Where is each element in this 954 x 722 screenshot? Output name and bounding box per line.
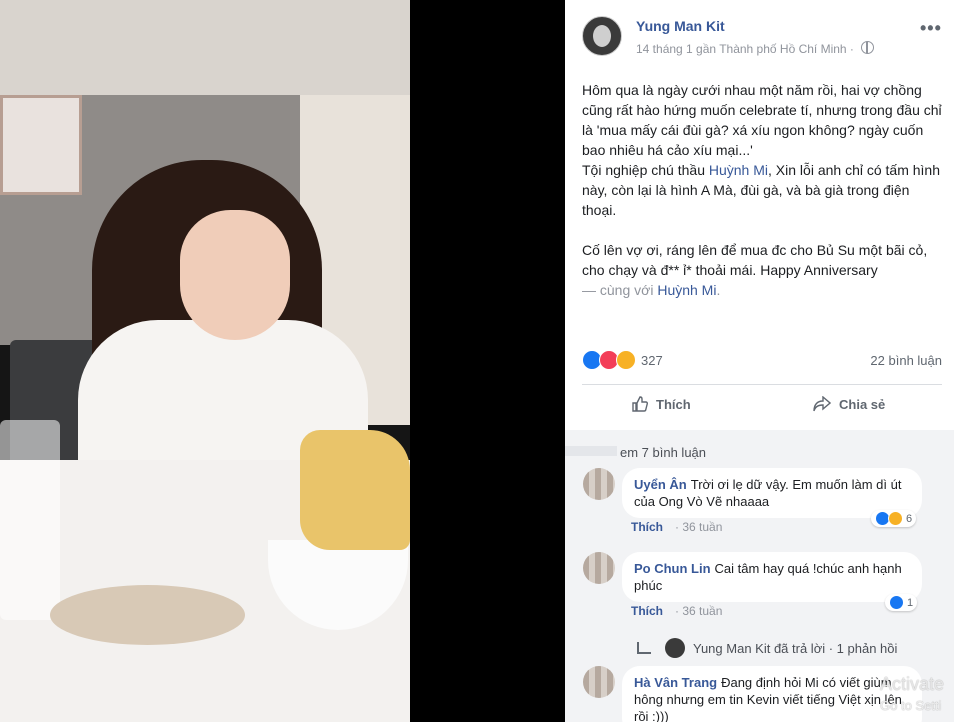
post-text-part: Hôm qua là ngày cưới nhau một năm rồi, h… [582,82,942,158]
commenter-name[interactable]: Po Chun Lin [634,561,711,576]
comment-reaction-count: 6 [906,512,913,525]
post-text-part: Tội nghiệp chú thầu [582,162,709,178]
commenter-avatar[interactable] [583,468,615,500]
reply-author: Yung Man Kit [693,640,771,656]
comment-bubble: Hà Vân Trang Đang định hỏi Mi có viết giù… [622,666,922,722]
photo-crisp [300,430,410,550]
comment-actions: Thích · 36 tuần [631,520,723,534]
commenter-name[interactable]: Hà Vân Trang [634,675,717,690]
reply-text: đã trả lời [773,640,826,656]
post-meta: 14 tháng 1 gần Thành phố Hồ Chí Minh · [636,41,875,56]
comment-like-link[interactable]: Thích [631,520,663,534]
with-prefix: — cùng với [582,282,658,298]
haha-reaction-icon [616,350,636,370]
photo-plate [50,585,245,645]
photo-letterbox [410,0,565,722]
activate-watermark-sub: Go to Setti [880,698,942,713]
author-avatar[interactable] [582,16,622,56]
share-label: Chia sẻ [839,396,886,412]
comment-bubble: Po Chun Lin Cai tâm hay quá !chúc anh hạn… [622,552,922,602]
comment-actions: Thích · 36 tuần [631,604,723,618]
photo-glass [0,420,60,620]
view-more-comments-link[interactable]: em 7 bình luận [620,445,706,460]
photo-wall [0,0,410,100]
author-name[interactable]: Yung Man Kit [636,18,725,34]
reaction-summary[interactable]: 327 [582,350,663,372]
comment-time[interactable]: 36 tuần [682,520,722,534]
comment-reactions[interactable]: 1 [885,594,918,611]
commenter-avatar[interactable] [583,666,615,698]
like-label: Thích [656,396,691,412]
comment-like-link[interactable]: Thích [631,604,663,618]
photo-person-face [180,210,290,340]
commenter-avatar[interactable] [583,552,615,584]
like-reaction-icon [889,595,904,610]
post-text-part: Cố lên vợ ơi, ráng lên để mua đc cho Bủ … [582,242,928,278]
post-photo[interactable] [0,0,410,722]
with-suffix: . [716,282,721,298]
comment-time[interactable]: 36 tuần [682,604,722,618]
tag-link[interactable]: Huỳnh Mi [709,162,768,178]
view-more-strip [565,446,617,456]
commenter-name[interactable]: Uyển Ân [634,477,687,492]
share-button[interactable]: Chia sẻ [813,396,885,412]
post-paragraph-1: Hôm qua là ngày cưới nhau một năm rồi, h… [582,80,947,220]
globe-icon [861,41,875,54]
comment-reaction-count: 1 [907,596,914,609]
divider [582,384,942,385]
like-button[interactable]: Thích [632,396,691,412]
activate-watermark: Activate [880,674,945,694]
reaction-count: 327 [641,352,663,368]
comment-reactions[interactable]: 6 [871,510,917,527]
photo-wall-frame [0,95,82,195]
post-side-panel: Yung Man Kit 14 tháng 1 gần Thành phố Hồ… [565,0,954,722]
reply-arrow-icon [637,642,651,654]
reply-count: · 1 phản hồi [828,640,898,656]
comments-count-link[interactable]: 22 bình luận [870,353,942,368]
post-meta-text[interactable]: 14 tháng 1 gần Thành phố Hồ Chí Minh · [636,42,854,56]
post-paragraph-2: Cố lên vợ ơi, ráng lên để mua đc cho Bủ … [582,240,947,300]
thumbs-up-icon [632,396,648,412]
more-icon[interactable]: ••• [920,18,942,39]
post-text: Hôm qua là ngày cưới nhau một năm rồi, h… [582,80,947,320]
with-tag-link[interactable]: Huỳnh Mi [657,282,716,298]
share-icon [813,396,831,412]
haha-reaction-icon [888,511,903,526]
reply-author-avatar [665,638,685,658]
view-replies-link[interactable]: Yung Man Kit đã trả lời · 1 phản hồi [637,638,897,658]
